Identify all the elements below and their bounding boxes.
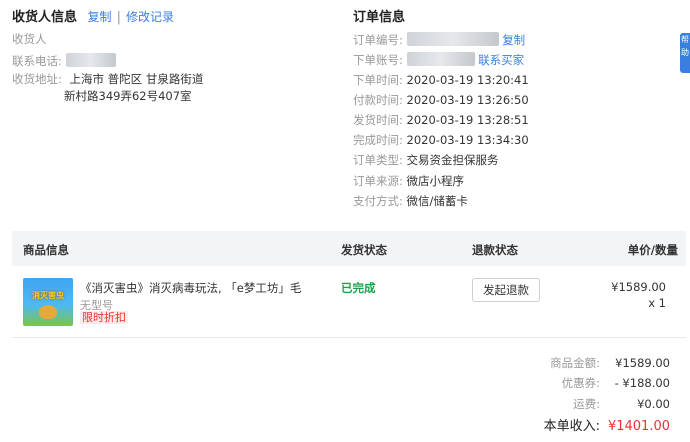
modify-history-link[interactable]: 修改记录 <box>126 10 174 24</box>
order-field-row: 发货时间: 2020-03-19 13:28:51 <box>353 113 529 127</box>
summary-label: 商品金额: <box>550 356 600 370</box>
receiver-address-line1: 上海市 普陀区 甘泉路街道 <box>69 72 204 86</box>
thumbnail-title: 消灭害虫 <box>32 291 64 300</box>
order-field-label: 订单类型: <box>353 153 403 167</box>
receiver-phone-row: 联系电话: <box>12 53 116 68</box>
order-field-label: 订单来源: <box>353 174 403 188</box>
order-field-row: 支付方式: 微信/储蓄卡 <box>353 194 468 208</box>
summary-value: ¥1589.00 <box>615 356 670 370</box>
redacted-order-number <box>406 32 499 46</box>
receiver-address-label: 收货地址: <box>12 72 62 86</box>
receiver-section-title: 收货人信息 复制 | 修改记录 <box>12 10 174 25</box>
order-field-row: 付款时间: 2020-03-19 13:26:50 <box>353 93 529 107</box>
summary-value: - ¥188.00 <box>614 376 670 390</box>
total-value: ¥1401.00 <box>607 419 670 434</box>
link-separator: | <box>116 10 121 25</box>
receiver-address-line2-row: 新村路349弄62号407室 <box>64 89 192 103</box>
summary-value: ¥0.00 <box>637 397 670 411</box>
order-field-label: 支付方式: <box>353 194 403 208</box>
redacted-phone <box>65 53 116 67</box>
summary-coupon: 优惠券: - ¥188.00 <box>562 375 670 391</box>
discount-tag: 限时折扣 <box>80 311 128 324</box>
order-field-value: 2020-03-19 13:28:51 <box>406 113 529 127</box>
summary-total: 本单收入: ¥1401.00 <box>544 415 670 434</box>
order-field-value: 微店小程序 <box>406 174 465 188</box>
order-number-label: 订单编号: <box>353 33 403 47</box>
redacted-account <box>406 52 475 66</box>
order-field-value: 2020-03-19 13:26:50 <box>406 93 529 107</box>
contact-buyer-link[interactable]: 联系买家 <box>478 53 524 67</box>
help-float-button[interactable]: 帮助 <box>680 33 690 73</box>
order-field-value: 微信/储蓄卡 <box>406 194 468 208</box>
summary-shipping: 运费: ¥0.00 <box>573 396 670 412</box>
order-account-row: 下单账号: 联系买家 <box>353 52 524 67</box>
receiver-phone-label: 联系电话: <box>12 54 62 68</box>
order-field-row: 订单来源: 微店小程序 <box>353 174 464 188</box>
header-price-quantity: 单价/数量 <box>627 243 678 257</box>
shipping-status: 已完成 <box>341 281 376 295</box>
order-field-label: 发货时间: <box>353 113 403 127</box>
row-divider <box>12 337 686 338</box>
receiver-address-row: 收货地址: 上海市 普陀区 甘泉路街道 <box>12 72 203 86</box>
header-shipping-status: 发货状态 <box>341 243 387 257</box>
product-thumbnail[interactable]: 消灭害虫 <box>23 278 73 326</box>
total-label: 本单收入: <box>543 419 600 434</box>
order-section-title: 订单信息 <box>353 10 406 25</box>
unit-price: ¥1589.00 <box>611 280 666 294</box>
order-field-row: 订单类型: 交易资金担保服务 <box>353 153 499 167</box>
order-account-label: 下单账号: <box>353 53 403 67</box>
order-field-label: 下单时间: <box>353 73 403 87</box>
bug-icon <box>39 305 57 319</box>
order-field-value: 2020-03-19 13:20:41 <box>406 73 529 87</box>
receiver-name-row: 收货人 <box>12 32 47 46</box>
header-refund-status: 退款状态 <box>472 243 518 257</box>
summary-label: 优惠券: <box>561 376 600 390</box>
copy-order-number-link[interactable]: 复制 <box>502 33 525 47</box>
order-field-label: 完成时间: <box>353 133 403 147</box>
order-field-value: 交易资金担保服务 <box>406 153 499 167</box>
order-field-row: 下单时间: 2020-03-19 13:20:41 <box>353 73 529 87</box>
receiver-name-label: 收货人 <box>12 32 47 46</box>
summary-label: 运费: <box>573 397 600 411</box>
header-product-info: 商品信息 <box>23 243 69 257</box>
copy-receiver-link[interactable]: 复制 <box>88 10 112 24</box>
order-field-row: 完成时间: 2020-03-19 13:34:30 <box>353 133 529 147</box>
order-field-value: 2020-03-19 13:34:30 <box>406 133 529 147</box>
initiate-refund-button[interactable]: 发起退款 <box>472 278 540 302</box>
receiver-address-line2: 新村路349弄62号407室 <box>64 89 192 103</box>
product-table-header: 商品信息 发货状态 退款状态 单价/数量 <box>12 231 686 266</box>
order-field-label: 付款时间: <box>353 93 403 107</box>
summary-goods-amount: 商品金额: ¥1589.00 <box>550 355 670 371</box>
quantity: x 1 <box>648 296 666 310</box>
product-name[interactable]: 《消灭害虫》消灭病毒玩法, 「e梦工坊」毛 <box>80 280 301 296</box>
order-number-row: 订单编号: 复制 <box>353 32 525 47</box>
